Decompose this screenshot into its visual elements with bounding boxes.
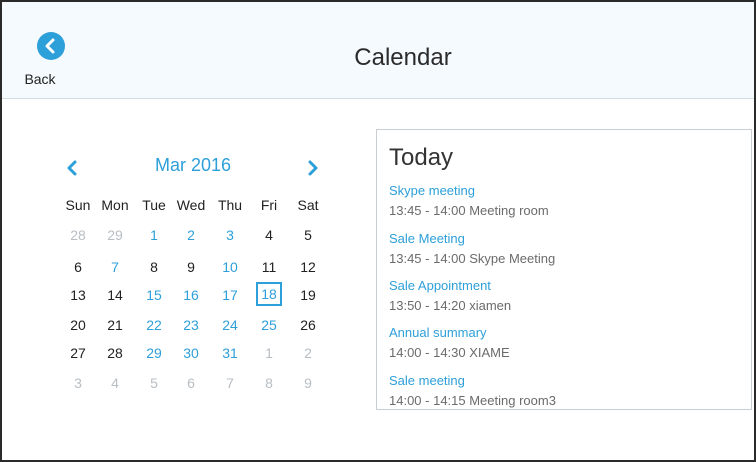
week-row: 6 7 8 9 10 11 12 xyxy=(52,256,327,278)
day-cell[interactable]: 6 xyxy=(172,372,210,394)
event-title: Sale meeting xyxy=(389,373,465,388)
calendar-screen: Back Calendar Mar 2016 Sun Mon Tue Wed Thu Fr… xyxy=(0,0,756,462)
day-cell[interactable]: 2 xyxy=(289,342,327,364)
previous-month-button[interactable] xyxy=(64,156,80,180)
day-cell[interactable]: 16 xyxy=(172,284,210,306)
day-cell[interactable]: 20 xyxy=(59,314,97,336)
event-title: Sale Meeting xyxy=(389,231,465,246)
day-cell[interactable]: 9 xyxy=(289,372,327,394)
weekday-label: Tue xyxy=(142,197,166,213)
weekday-label: Sat xyxy=(297,197,319,213)
event-detail: 13:45 - 14:00 Meeting room xyxy=(389,203,549,218)
event-title: Skype meeting xyxy=(389,183,475,198)
event-detail: 14:00 - 14:15 Meeting room3 xyxy=(389,393,556,408)
day-cell[interactable]: 14 xyxy=(96,284,134,306)
month-label: Mar 2016 xyxy=(154,155,232,175)
event-item[interactable]: Sale Meeting 13:45 - 14:00 Skype Meeting xyxy=(389,231,729,267)
month-calendar: Mar 2016 Sun Mon Tue Wed Thu Fri Sat 28 29 1 2 3 4 5… xyxy=(52,152,342,412)
header-bar: Back Calendar xyxy=(2,2,754,99)
day-cell[interactable]: 29 xyxy=(96,224,134,246)
day-cell[interactable]: 5 xyxy=(135,372,173,394)
day-cell[interactable]: 21 xyxy=(96,314,134,336)
weekday-header: Sun Mon Tue Wed Thu Fri Sat xyxy=(52,194,327,216)
weekday-label: Sun xyxy=(65,197,91,213)
day-cell[interactable]: 27 xyxy=(59,342,97,364)
day-cell[interactable]: 17 xyxy=(211,284,249,306)
week-row: 28 29 1 2 3 4 5 xyxy=(52,224,327,246)
selected-day-cell[interactable]: 18 xyxy=(256,282,282,306)
day-cell[interactable]: 8 xyxy=(250,372,288,394)
day-cell[interactable]: 25 xyxy=(250,314,288,336)
event-item[interactable]: Skype meeting 13:45 - 14:00 Meeting room xyxy=(389,183,729,219)
day-cell[interactable]: 8 xyxy=(135,256,173,278)
day-cell[interactable]: 5 xyxy=(289,224,327,246)
today-panel: Today Skype meeting 13:45 - 14:00 Meeting… xyxy=(376,129,752,410)
day-cell[interactable]: 12 xyxy=(289,256,327,278)
chevron-right-icon xyxy=(308,160,318,176)
day-cell[interactable]: 7 xyxy=(211,372,249,394)
day-cell[interactable]: 1 xyxy=(250,342,288,364)
week-row: 13 14 15 16 17 18 19 xyxy=(52,282,327,306)
day-cell[interactable]: 13 xyxy=(59,284,97,306)
back-label: Back xyxy=(24,71,56,87)
chevron-left-icon xyxy=(67,160,77,176)
day-cell[interactable]: 15 xyxy=(135,284,173,306)
weekday-label: Thu xyxy=(217,197,243,213)
event-title: Sale Appointment xyxy=(389,278,491,293)
day-cell[interactable]: 29 xyxy=(135,342,173,364)
day-cell[interactable]: 3 xyxy=(211,224,249,246)
event-title: Annual summary xyxy=(389,325,487,340)
event-detail: 13:50 - 14:20 xiamen xyxy=(389,298,512,313)
day-cell[interactable]: 1 xyxy=(135,224,173,246)
week-row: 20 21 22 23 24 25 26 xyxy=(52,314,327,336)
day-cell[interactable]: 19 xyxy=(289,284,327,306)
event-item[interactable]: Annual summary 14:00 - 14:30 XIAME xyxy=(389,325,729,361)
next-month-button[interactable] xyxy=(305,156,321,180)
event-item[interactable]: Sale Appointment 13:50 - 14:20 xiamen xyxy=(389,278,729,314)
day-cell[interactable]: 26 xyxy=(289,314,327,336)
weekday-label: Fri xyxy=(260,197,278,213)
day-cell[interactable]: 28 xyxy=(59,224,97,246)
page-title: Calendar xyxy=(354,44,452,71)
week-row: 27 28 29 30 31 1 2 xyxy=(52,342,327,364)
day-cell[interactable]: 31 xyxy=(211,342,249,364)
day-cell[interactable]: 22 xyxy=(135,314,173,336)
day-cell[interactable]: 24 xyxy=(211,314,249,336)
today-title: Today xyxy=(389,144,454,171)
day-cell[interactable]: 30 xyxy=(172,342,210,364)
day-cell[interactable]: 7 xyxy=(96,256,134,278)
week-row: 3456789 xyxy=(52,372,327,394)
day-cell[interactable]: 4 xyxy=(96,372,134,394)
day-cell[interactable]: 10 xyxy=(211,256,249,278)
day-cell[interactable]: 11 xyxy=(250,256,288,278)
day-cell[interactable]: 28 xyxy=(96,342,134,364)
event-item[interactable]: Sale meeting 14:00 - 14:15 Meeting room3 xyxy=(389,373,729,409)
day-cell[interactable]: 23 xyxy=(172,314,210,336)
weekday-label: Wed xyxy=(176,197,206,213)
day-cell[interactable]: 2 xyxy=(172,224,210,246)
day-cell[interactable]: 4 xyxy=(250,224,288,246)
event-detail: 13:45 - 14:00 Skype Meeting xyxy=(389,251,556,266)
day-cell[interactable]: 3 xyxy=(59,372,97,394)
weekday-label: Mon xyxy=(101,197,129,213)
day-cell[interactable]: 6 xyxy=(59,256,97,278)
event-detail: 14:00 - 14:30 XIAME xyxy=(389,345,510,360)
day-cell[interactable]: 9 xyxy=(172,256,210,278)
